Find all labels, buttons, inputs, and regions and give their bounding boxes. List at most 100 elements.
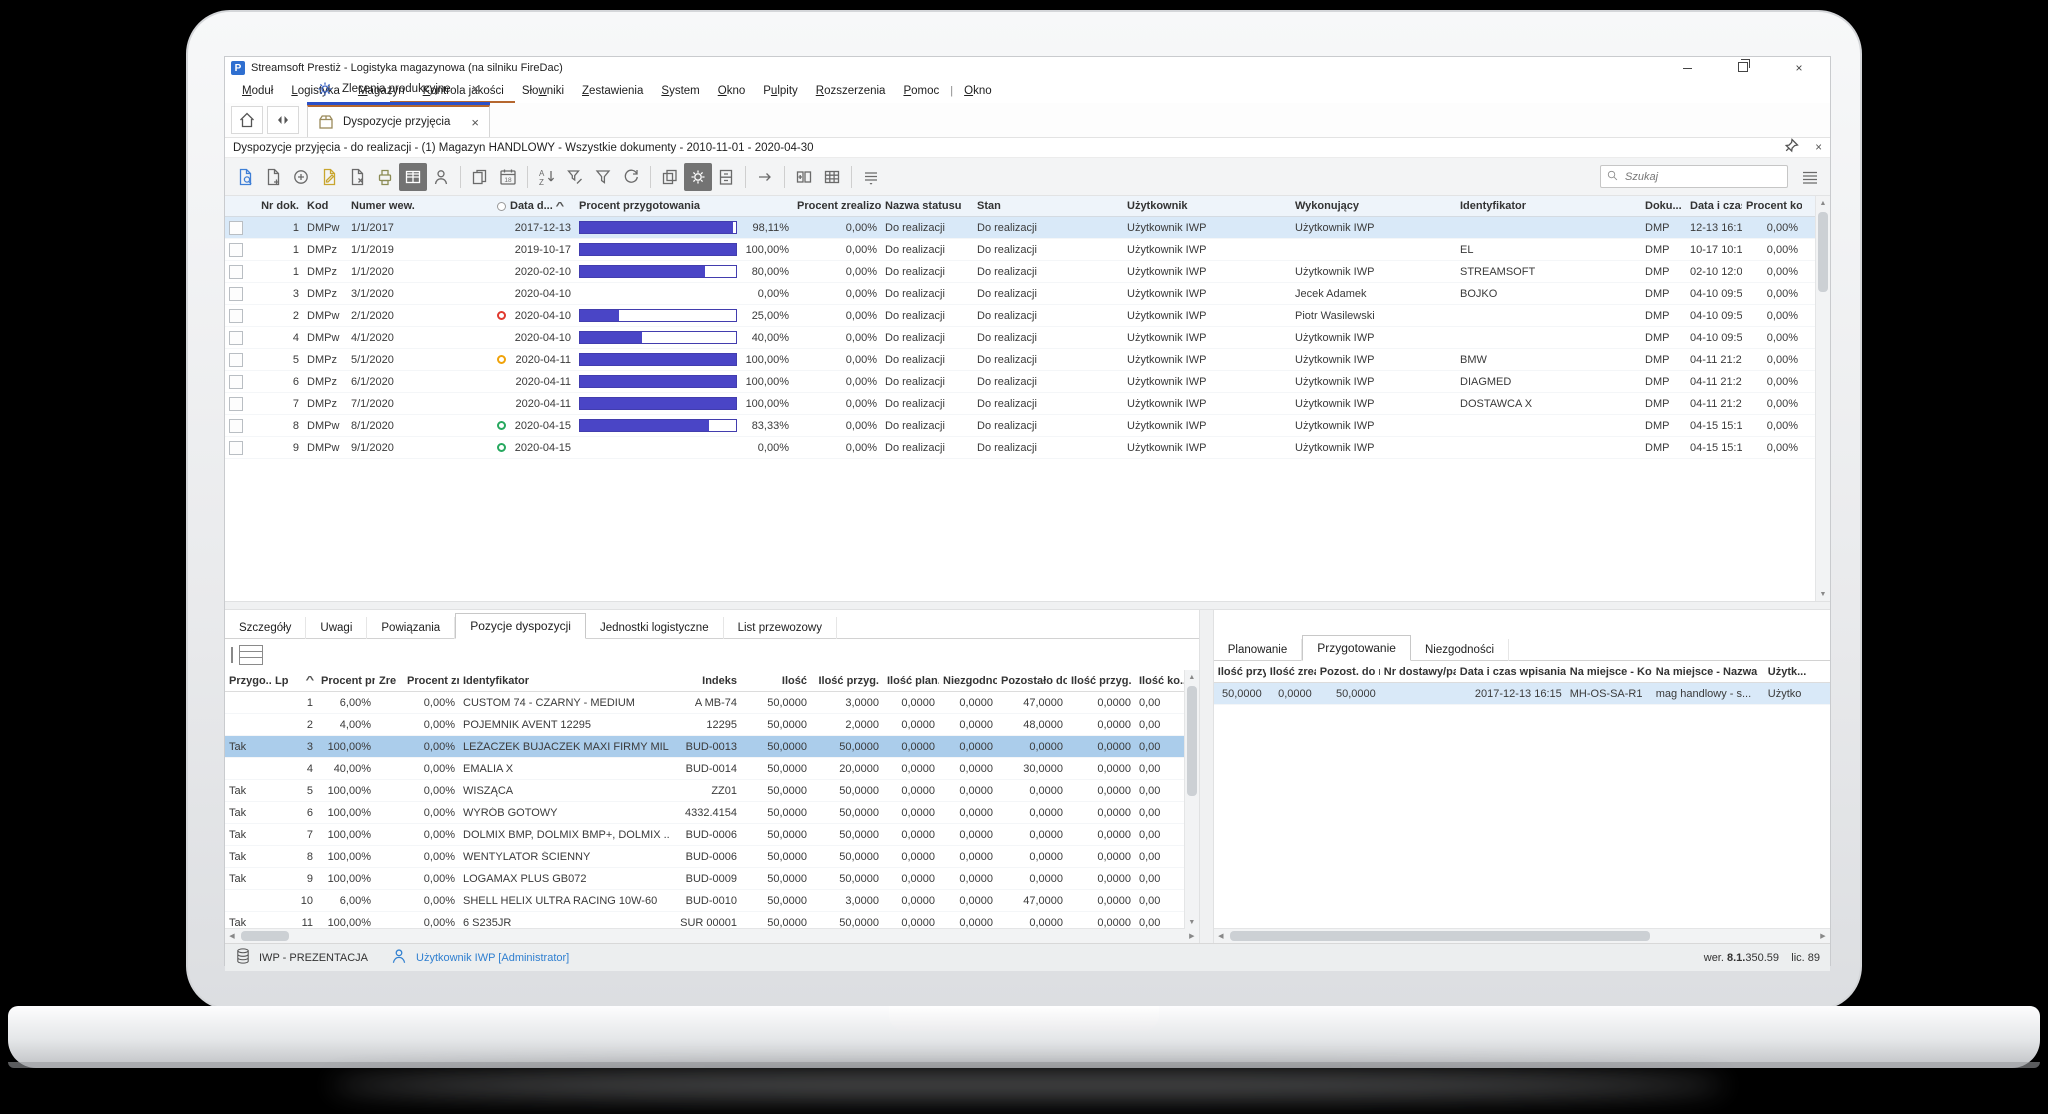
layout-table-icon[interactable]: [239, 644, 263, 665]
column-header-niezg[interactable]: Niezgodno...: [939, 675, 997, 687]
tab-szczegóły[interactable]: Szczegóły: [225, 617, 307, 639]
scrollbar-thumb[interactable]: [1229, 931, 1650, 941]
table-row[interactable]: 6 DMPz 6/1/2020 2020-04-11 100,00% 0,00% Do re…: [225, 371, 1830, 393]
table-row[interactable]: 10 6,00% 0,00% SHELL HELIX ULTRA RACING 10W…: [225, 890, 1199, 912]
column-header-data[interactable]: Data d... ^: [493, 200, 575, 212]
row-checkbox[interactable]: [229, 242, 243, 257]
column-header-przygo[interactable]: Przygo...: [225, 675, 271, 687]
table-row[interactable]: 4 DMPw 4/1/2020 2020-04-10 40,00% 0,00% Do rea…: [225, 327, 1830, 349]
column-header-pzre[interactable]: Procent zre...: [403, 675, 459, 687]
add-circle-icon[interactable]: [287, 163, 315, 191]
table-row[interactable]: 1 DMPw 1/1/2017 2017-12-13 98,11% 0,00% Do rea…: [225, 217, 1830, 239]
copy-icon[interactable]: [656, 163, 684, 191]
scroll-left-icon[interactable]: ◀: [225, 929, 239, 943]
table-row[interactable]: 1 6,00% 0,00% CUSTOM 74 - CZARNY - MEDIUM A …: [225, 692, 1199, 714]
column-header-ilosc[interactable]: Ilość: [741, 675, 811, 687]
sort-az-icon[interactable]: AZ: [533, 163, 561, 191]
close-view-icon[interactable]: ×: [1815, 142, 1822, 154]
table-row[interactable]: 5 DMPz 5/1/2020 2020-04-11 100,00% 0,00% Do re…: [225, 349, 1830, 371]
insert-column-icon[interactable]: [790, 163, 818, 191]
table-row[interactable]: Tak 7 100,00% 0,00% DOLMIX BMP, DOLMIX BMP+,…: [225, 824, 1199, 846]
column-header-zreal[interactable]: Procent zrealizowa...: [793, 200, 881, 212]
column-header-pozost[interactable]: Pozostało do pr...: [997, 675, 1067, 687]
tab-uwagi[interactable]: Uwagi: [306, 617, 368, 639]
column-header-dt[interactable]: Data i czas wpisania: [1456, 666, 1566, 678]
scroll-up-icon[interactable]: ▲: [1816, 196, 1830, 210]
table-row[interactable]: Tak 6 100,00% 0,00% WYRÓB GOTOWY 4332.4154 50,…: [225, 802, 1199, 824]
column-header-pozost[interactable]: Pozost. do re...: [1316, 666, 1380, 678]
menu-lines-icon[interactable]: [857, 163, 885, 191]
menu-item-okno[interactable]: Okno: [955, 82, 1001, 100]
hamburger-icon[interactable]: [845, 616, 859, 633]
scroll-down-icon[interactable]: ▼: [1185, 915, 1199, 929]
column-header-pr[interactable]: Procent pr...: [317, 675, 375, 687]
cabinet-icon[interactable]: [712, 163, 740, 191]
menu-item-pulpity[interactable]: Pulpity: [754, 82, 807, 100]
column-header-nr[interactable]: Nr dok.: [253, 200, 303, 212]
tab-przygotowanie[interactable]: Przygotowanie: [1302, 635, 1411, 661]
table-row[interactable]: Tak 3 100,00% 0,00% LEŻACZEK BUJACZEK MAXI F…: [225, 736, 1199, 758]
column-header-zre[interactable]: Zre: [375, 675, 403, 687]
table-row[interactable]: Tak 9 100,00% 0,00% LOGAMAX PLUS GB072 BUD-00…: [225, 868, 1199, 890]
table-row[interactable]: Tak 8 100,00% 0,00% WENTYLATOR ŚCIENNY BUD-00…: [225, 846, 1199, 868]
table-row[interactable]: 7 DMPz 7/1/2020 2020-04-11 100,00% 0,00% Do re…: [225, 393, 1830, 415]
table-grid-icon[interactable]: [818, 163, 846, 191]
tab-planowanie[interactable]: Planowanie: [1214, 639, 1303, 661]
row-checkbox[interactable]: [229, 396, 243, 411]
scrollbar-thumb[interactable]: [1186, 686, 1197, 796]
row-checkbox[interactable]: [229, 220, 243, 235]
column-header-kod[interactable]: Na miejsce - Kod: [1566, 666, 1652, 678]
row-checkbox[interactable]: [229, 352, 243, 367]
scroll-left-icon[interactable]: ◀: [1214, 929, 1228, 943]
hamburger-icon[interactable]: [1796, 163, 1824, 191]
restore-button[interactable]: [1730, 59, 1756, 75]
table-row[interactable]: 50,0000 0,0000 50,0000 2017-12-13 16:15 MH-O…: [1213, 683, 1830, 705]
table-row[interactable]: 1 DMPz 1/1/2019 2019-10-17 100,00% 0,00% Do re…: [225, 239, 1830, 261]
search-input[interactable]: [1623, 169, 1782, 184]
scrollbar-thumb[interactable]: [241, 931, 289, 941]
filter-edit-icon[interactable]: [561, 163, 589, 191]
calendar-icon[interactable]: 18: [494, 163, 522, 191]
tab-niezgodności[interactable]: Niezgodności: [1411, 639, 1509, 661]
home-icon[interactable]: [231, 106, 263, 134]
delete-document-icon[interactable]: [343, 163, 371, 191]
column-header-iprzyg[interactable]: Ilość przyg.: [1214, 666, 1266, 678]
settings-icon[interactable]: [684, 162, 712, 191]
menu-item-system[interactable]: System: [652, 82, 708, 100]
column-header-uzytk[interactable]: Użytk...: [1764, 666, 1814, 678]
column-header-przygzr[interactable]: Ilość przyg. zr...: [1067, 675, 1135, 687]
user-icon[interactable]: [427, 163, 455, 191]
table-row[interactable]: 9 DMPw 9/1/2020 2020-04-15 0,00% 0,00% Do real…: [225, 437, 1830, 459]
row-checkbox[interactable]: [229, 418, 243, 433]
menu-item-pomoc[interactable]: Pomoc: [894, 82, 948, 100]
scroll-right-icon[interactable]: ▶: [1816, 929, 1830, 943]
tab-pages-icon[interactable]: [267, 106, 299, 134]
row-checkbox[interactable]: [229, 264, 243, 279]
vertical-splitter[interactable]: [1198, 610, 1214, 943]
scrollbar-thumb[interactable]: [1818, 212, 1828, 292]
filter-icon[interactable]: [589, 163, 617, 191]
column-header-numer[interactable]: Numer wew.: [347, 200, 493, 212]
column-header-iprzyg[interactable]: Ilość przyg.: [811, 675, 883, 687]
column-header-kod[interactable]: Kod: [303, 200, 347, 212]
table-row[interactable]: 2 4,00% 0,00% POJEMNIK AVENT 12295 12295 50,0…: [225, 714, 1199, 736]
table-row[interactable]: 1 DMPz 1/1/2020 2020-02-10 80,00% 0,00% Do rea…: [225, 261, 1830, 283]
tab-list-przewozowy[interactable]: List przewozowy: [724, 617, 837, 639]
edit-document-icon[interactable]: [315, 163, 343, 191]
column-header-iko[interactable]: Ilość ko...: [1135, 675, 1185, 687]
column-header-nazwa[interactable]: Nazwa statusu: [881, 200, 973, 212]
table-row[interactable]: 2 DMPw 2/1/2020 2020-04-10 25,00% 0,00% Do rea…: [225, 305, 1830, 327]
menu-item-okno[interactable]: Okno: [709, 82, 755, 100]
horizontal-splitter[interactable]: [225, 601, 1830, 610]
menu-item-s-owniki[interactable]: Słowniki: [513, 82, 573, 100]
column-header-wykon[interactable]: Wykonujący: [1291, 200, 1456, 212]
column-header-ident[interactable]: Identyfikator: [459, 675, 669, 687]
column-header-lp[interactable]: Lp ^: [271, 675, 317, 687]
row-checkbox[interactable]: [229, 374, 243, 389]
menu-item-rozszerzenia[interactable]: Rozszerzenia: [807, 82, 895, 100]
arrow-right-icon[interactable]: [751, 163, 779, 191]
column-header-doku[interactable]: Doku...: [1641, 200, 1686, 212]
column-header-nazwa[interactable]: Na miejsce - Nazwa: [1652, 666, 1764, 678]
current-user-link[interactable]: Użytkownik IWP [Administrator]: [416, 952, 569, 964]
column-header-stan[interactable]: Stan: [973, 200, 1123, 212]
